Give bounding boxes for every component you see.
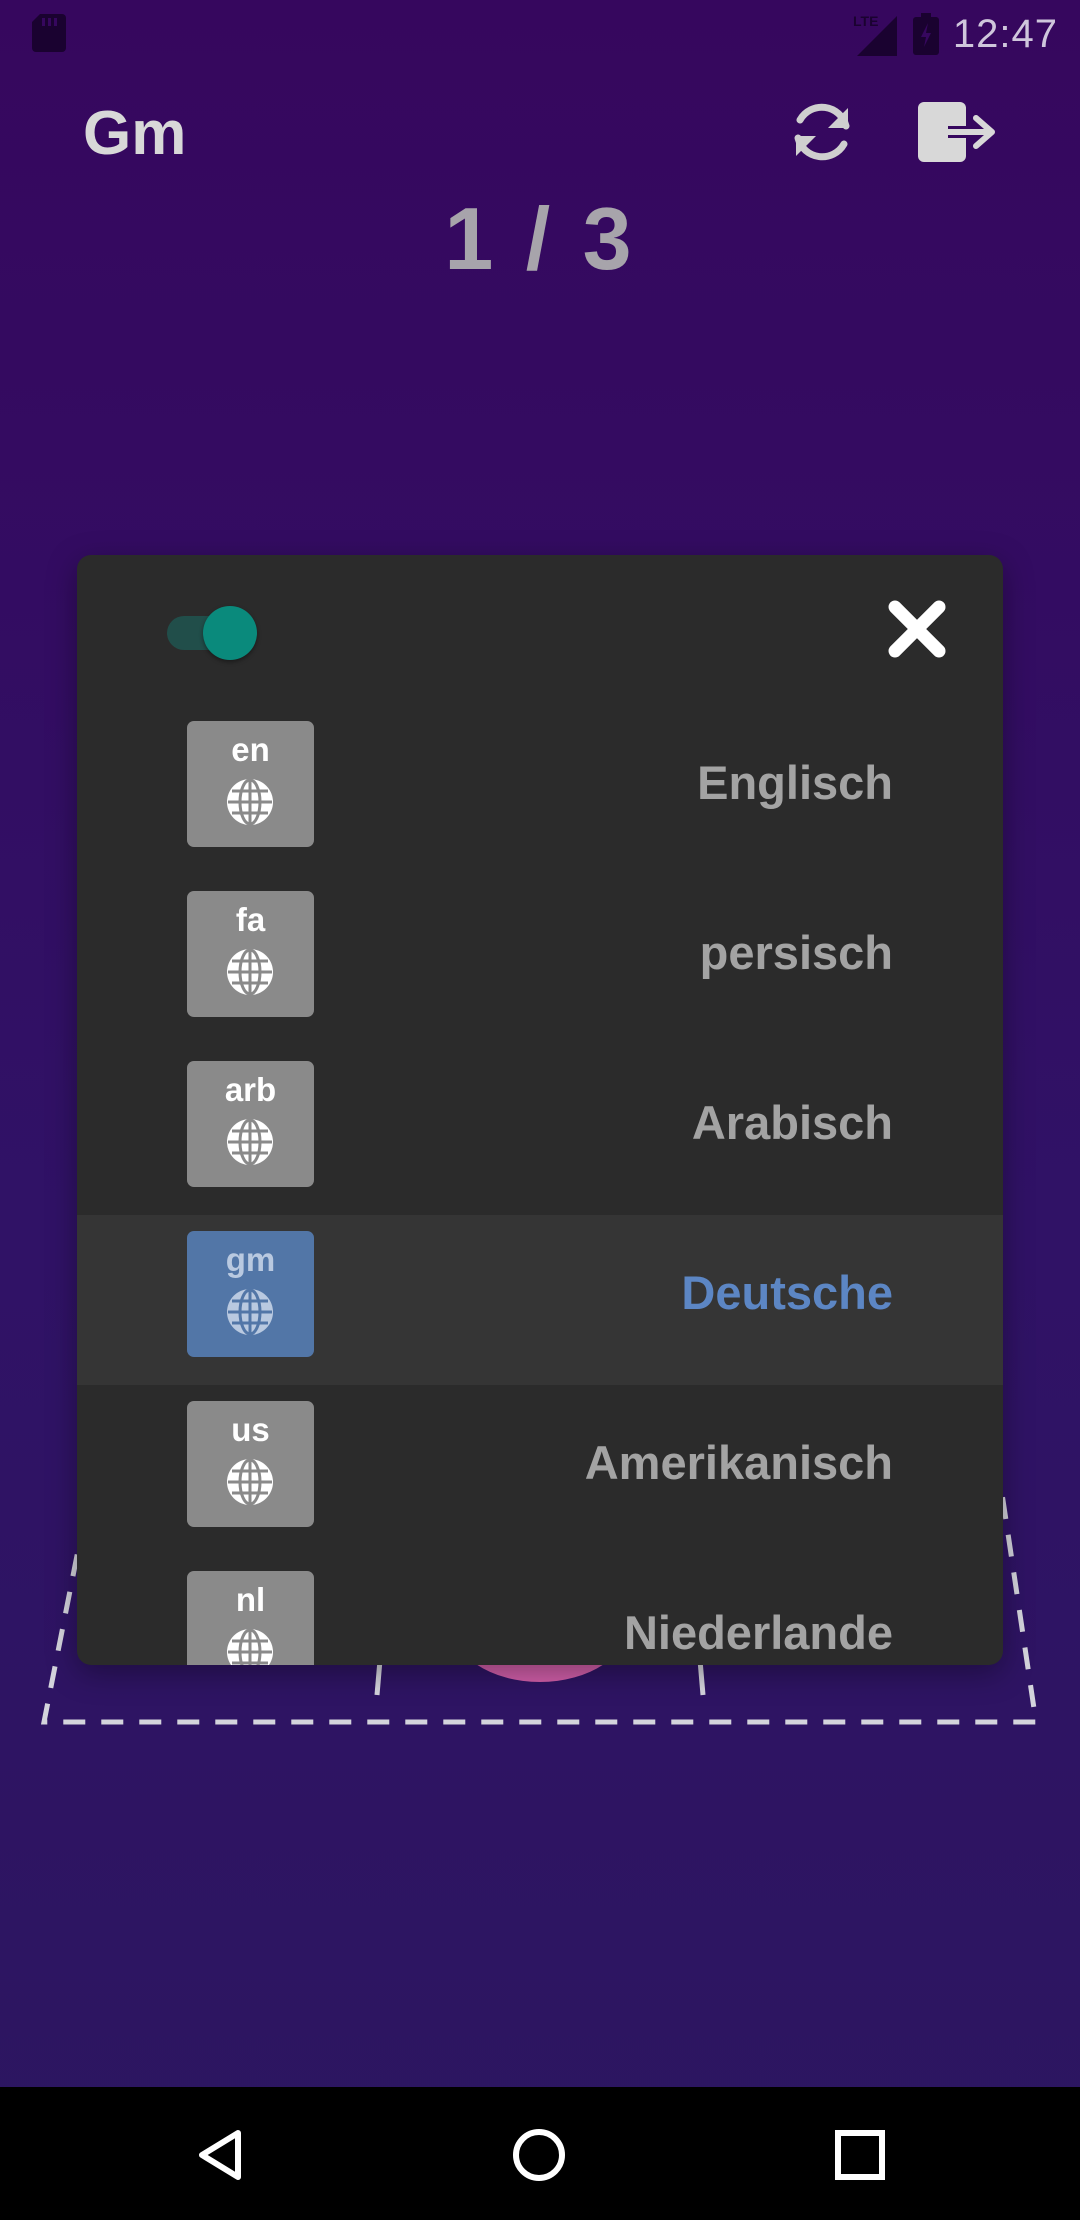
globe-icon [227,1118,273,1166]
network-label: LTE [853,13,878,29]
back-icon[interactable] [192,2127,248,2183]
language-badge: fa [187,891,314,1017]
language-code: nl [235,1581,266,1618]
globe-icon [227,1458,273,1506]
language-name: Englisch [697,756,893,809]
recents-icon[interactable] [832,2127,888,2183]
language-code: fa [235,901,266,938]
language-code: us [231,1411,270,1448]
language-dialog: en Englisch fa persisch arb Arabisch gm … [77,555,1003,1665]
home-icon[interactable] [511,2127,567,2183]
dialog-header [77,555,1003,705]
globe-icon [227,1288,273,1336]
status-bar: LTE 12:47 [0,0,1080,66]
globe-icon [227,1628,273,1665]
language-name: Amerikanisch [584,1436,893,1489]
logout-icon[interactable] [918,98,998,166]
language-badge: us [187,1401,314,1527]
globe-icon [227,948,273,996]
language-badge: arb [187,1061,314,1187]
drop-zone-divider [697,1659,706,1696]
language-name: persisch [699,926,893,979]
language-code: en [231,731,270,768]
page-counter: 1 / 3 [444,189,636,288]
language-item-arb[interactable]: arb Arabisch [77,1045,1003,1215]
language-name: Deutsche [681,1266,893,1319]
language-item-fa[interactable]: fa persisch [77,875,1003,1045]
toggle-thumb [203,606,257,660]
language-name: Arabisch [691,1096,893,1149]
language-badge: nl [187,1571,314,1665]
language-name: Niederlande [623,1606,893,1659]
signal-icon: LTE [853,13,897,56]
status-time: 12:47 [952,11,1058,56]
sd-card-icon [32,14,66,52]
language-item-us[interactable]: us Amerikanisch [77,1385,1003,1555]
battery-icon [912,13,939,55]
language-item-gm[interactable]: gm Deutsche [77,1215,1003,1385]
language-toggle[interactable] [163,604,257,660]
close-icon[interactable] [885,597,949,661]
language-code: arb [224,1071,277,1108]
drop-zone-divider [374,1659,383,1696]
refresh-icon[interactable] [786,96,858,168]
globe-icon [227,778,273,826]
language-item-en[interactable]: en Englisch [77,705,1003,875]
language-list: en Englisch fa persisch arb Arabisch gm … [77,705,1003,1665]
language-badge: en [187,721,314,847]
language-code: gm [225,1241,276,1278]
language-badge: gm [187,1231,314,1357]
language-item-nl[interactable]: nl Niederlande [77,1555,1003,1665]
system-nav-bar [0,2087,1080,2220]
app-title: Gm [83,99,187,168]
app-bar: Gm [0,66,1080,196]
